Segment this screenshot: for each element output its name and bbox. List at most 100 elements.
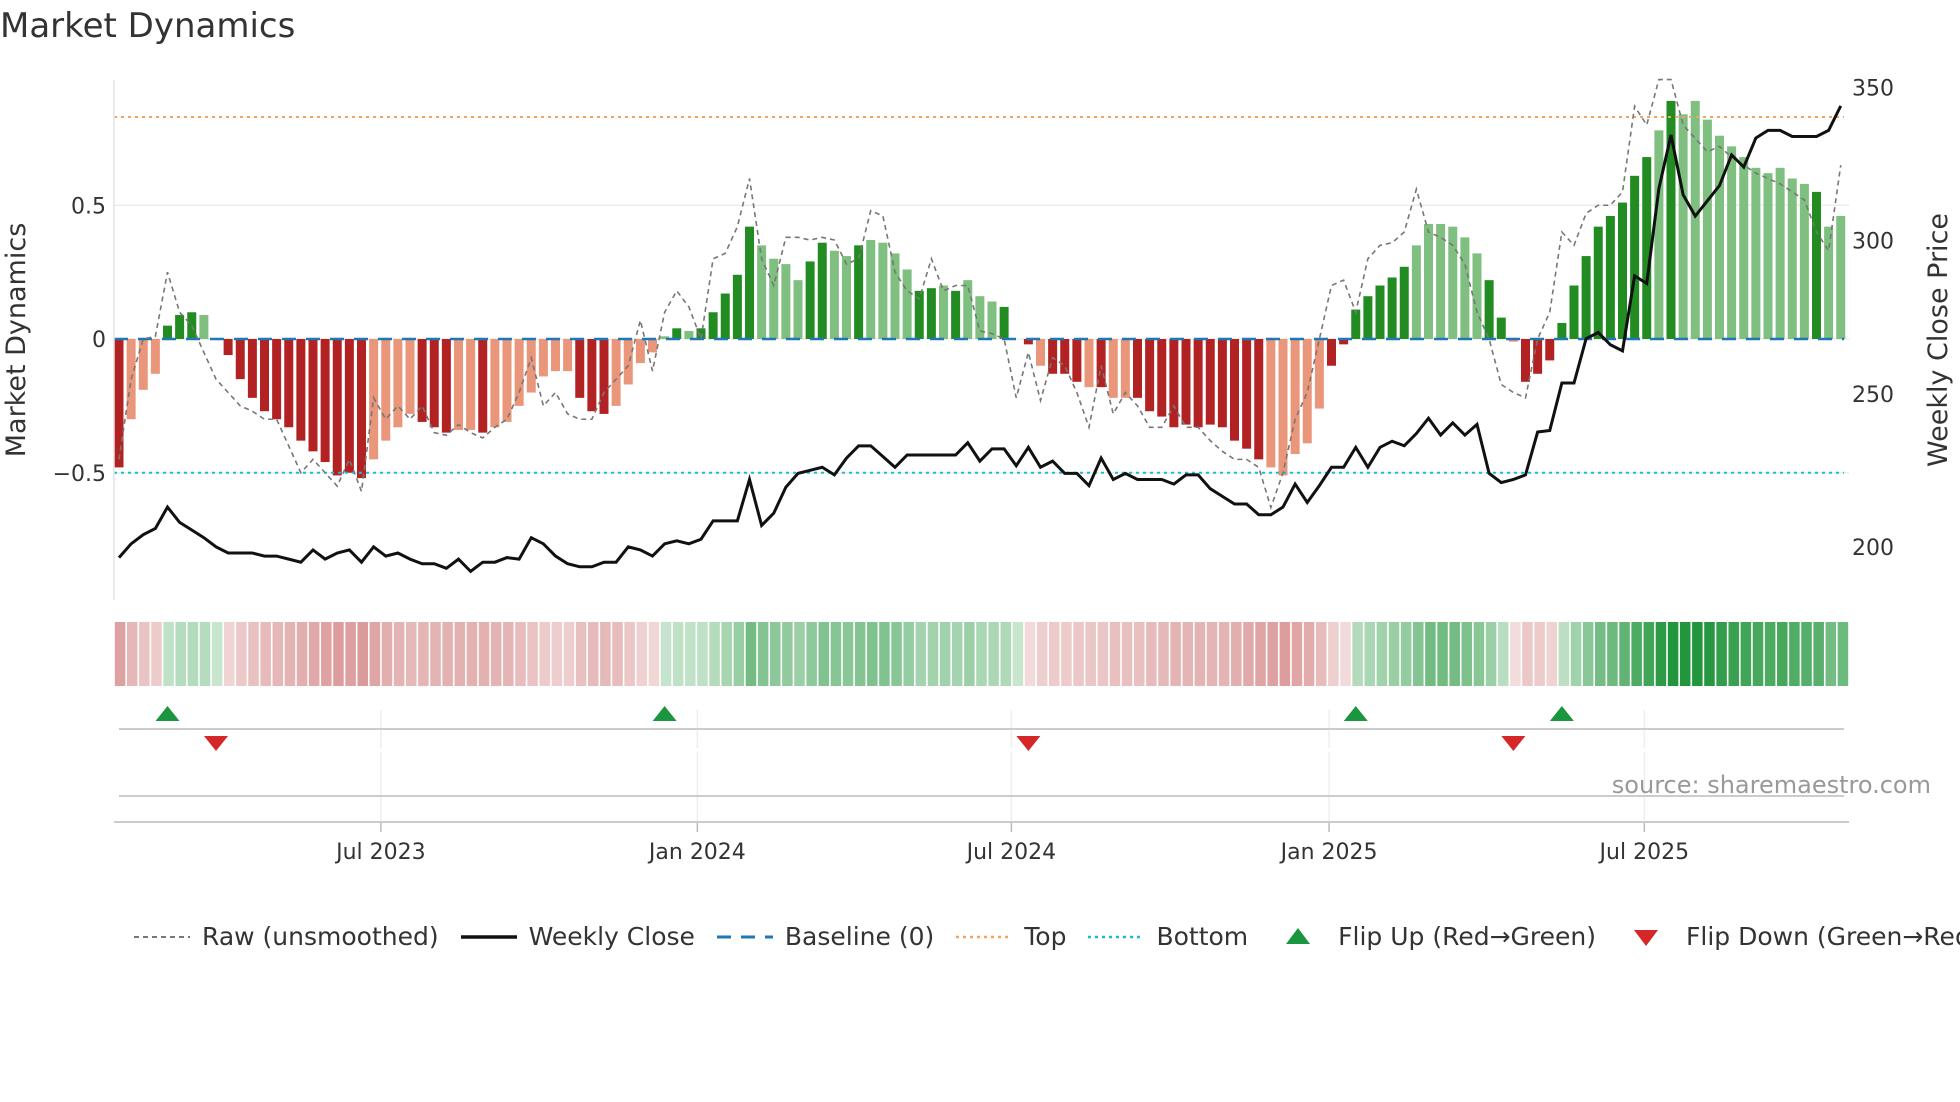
- strip-cell: [1352, 622, 1363, 686]
- strip-cell: [1461, 622, 1473, 686]
- strip-cell: [527, 622, 538, 686]
- strip-cell: [1510, 622, 1521, 686]
- bar: [332, 339, 342, 476]
- strip-cell: [1376, 622, 1388, 686]
- y2-tick-label: 250: [1852, 383, 1894, 408]
- legend-label: Top: [1024, 922, 1067, 951]
- strip-cell: [199, 622, 211, 686]
- strip-cell: [1546, 622, 1558, 686]
- y2-tick-label: 300: [1852, 230, 1894, 255]
- strip-cell: [260, 622, 271, 686]
- bar: [551, 339, 560, 372]
- bar: [1120, 339, 1130, 398]
- bar: [187, 312, 197, 339]
- bar: [1702, 119, 1712, 340]
- bar: [1242, 339, 1252, 449]
- flip-markers: Jul 2023 Jan 2024 Jul 2024 Jan 2025 Jul 2025: [114, 706, 1849, 865]
- strip-cell: [1825, 622, 1837, 686]
- strip-cell: [393, 622, 405, 686]
- bar: [260, 339, 269, 412]
- strip-cell: [1631, 622, 1642, 686]
- bar: [1751, 167, 1761, 339]
- strip-cell: [1267, 622, 1278, 686]
- bar: [1290, 339, 1300, 455]
- bar: [235, 339, 245, 380]
- bar: [1072, 339, 1082, 382]
- bar: [175, 314, 185, 339]
- strip-cell: [1146, 622, 1157, 686]
- strip-cell: [1121, 622, 1133, 686]
- strip-cell: [867, 622, 878, 686]
- strip-cell: [418, 622, 429, 686]
- bar: [829, 250, 839, 339]
- strip-cell: [1170, 622, 1181, 686]
- bar: [866, 240, 876, 339]
- strip-cell: [1049, 622, 1060, 686]
- legend-symbol-flip-down-icon: [1634, 929, 1659, 946]
- strip-cell: [1716, 622, 1727, 686]
- bar: [357, 339, 366, 479]
- y-tick-label: 0.5: [71, 194, 106, 219]
- strip-cell: [672, 622, 684, 686]
- strip-cell: [1024, 622, 1036, 686]
- bar: [854, 245, 864, 339]
- bar: [1569, 285, 1579, 339]
- flip-down-marker: [204, 736, 228, 751]
- strip-cell: [1279, 622, 1291, 686]
- bar: [1630, 175, 1640, 339]
- bar: [320, 339, 330, 463]
- strip-cell: [1291, 622, 1303, 686]
- strip-cell: [1109, 622, 1121, 686]
- legend-symbol-close-icon: [460, 934, 517, 939]
- strip-cell: [1534, 622, 1545, 686]
- strip-cell: [1255, 622, 1266, 686]
- strip-cell: [927, 622, 939, 686]
- bar: [1533, 339, 1543, 374]
- bars: [114, 100, 1846, 479]
- bar: [1727, 146, 1737, 339]
- legend-item-close: Weekly Close: [460, 922, 695, 951]
- strip-cell: [1364, 622, 1376, 686]
- strip-cell: [563, 622, 575, 686]
- strip-cell: [600, 622, 611, 686]
- strip-cell: [126, 622, 138, 686]
- strip-cell: [903, 622, 914, 686]
- strip-cell: [1801, 622, 1812, 686]
- strip-cell: [612, 622, 623, 686]
- strip-cell: [939, 622, 951, 686]
- bar: [1424, 223, 1433, 339]
- bar: [963, 280, 973, 339]
- bar: [1217, 339, 1227, 428]
- strip-cell: [1558, 622, 1570, 686]
- bar: [611, 339, 621, 406]
- flip-down-marker: [1501, 736, 1526, 751]
- bar: [1545, 339, 1555, 361]
- bar: [648, 339, 657, 353]
- strip-cell: [782, 622, 793, 686]
- strip-cell: [1012, 622, 1024, 686]
- bar: [720, 293, 730, 339]
- bar: [635, 339, 645, 364]
- strip-cell: [454, 622, 466, 686]
- flip-up-marker: [1343, 706, 1368, 721]
- bar: [1193, 339, 1203, 428]
- strip-cell: [1837, 622, 1849, 686]
- strip-cell: [1728, 622, 1740, 686]
- bar: [1084, 339, 1094, 388]
- strip-cell: [175, 622, 186, 686]
- bar: [563, 339, 573, 372]
- strip-cell: [1777, 622, 1788, 686]
- bar: [454, 339, 463, 430]
- bar: [926, 288, 936, 339]
- strip-cell: [223, 622, 235, 686]
- bar: [1812, 191, 1821, 339]
- bar: [1375, 285, 1385, 339]
- strip-cell: [308, 622, 320, 686]
- bar: [1521, 339, 1530, 382]
- strip-cell: [478, 622, 490, 686]
- strip-cell: [1679, 622, 1691, 686]
- strip-cell: [1413, 622, 1424, 686]
- strip-cell: [1194, 622, 1206, 686]
- legend-item-raw: Raw (unsmoothed): [134, 922, 439, 951]
- strip-cell: [1813, 622, 1824, 686]
